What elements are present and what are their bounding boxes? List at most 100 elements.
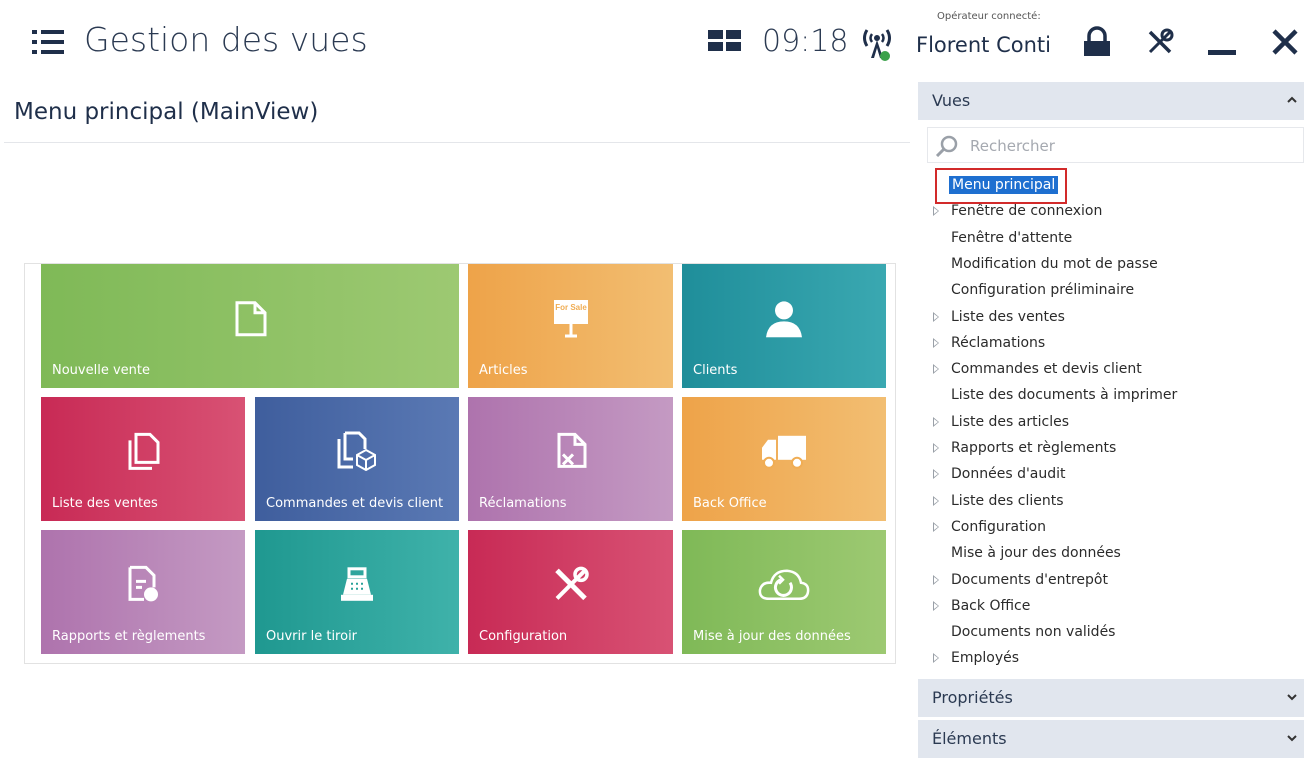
tile-label: Clients xyxy=(693,363,738,378)
expand-arrow-icon[interactable] xyxy=(933,311,939,322)
documents-package-icon xyxy=(337,431,376,471)
tiles-view-icon[interactable] xyxy=(708,30,742,52)
tile-liste-des-ventes[interactable]: Liste des ventes xyxy=(41,397,245,521)
selection-highlight-frame xyxy=(935,168,1067,204)
expand-arrow-icon[interactable] xyxy=(933,469,939,480)
tile-label: Configuration xyxy=(479,629,568,644)
cash-register-icon xyxy=(341,567,373,601)
truck-icon xyxy=(762,435,806,469)
operator-name: Florent Conti xyxy=(916,33,1051,57)
section-header-proprietes[interactable]: Propriétés xyxy=(918,679,1304,717)
tile-label: Rapports et règlements xyxy=(52,629,206,644)
svg-text:For Sale: For Sale xyxy=(555,303,587,312)
clock: 09:18 xyxy=(762,24,849,59)
tree-item[interactable]: Back Office xyxy=(918,595,1304,619)
section-title: Éléments xyxy=(932,729,1007,748)
tree-item[interactable]: Liste des articles xyxy=(918,411,1304,435)
tree-item[interactable]: Fenêtre d'attente xyxy=(918,227,1304,251)
tree-item-label: Fenêtre d'attente xyxy=(951,229,1073,246)
tree-item-label: Fenêtre de connexion xyxy=(951,203,1103,220)
tree-item[interactable]: Configuration xyxy=(918,516,1304,540)
expand-arrow-icon[interactable] xyxy=(933,206,939,217)
expand-arrow-icon[interactable] xyxy=(933,600,939,611)
tree-item-label: Mise à jour des données xyxy=(951,545,1121,562)
tile-commandes-devis[interactable]: Commandes et devis client xyxy=(255,397,459,521)
tile-rapports-reglements[interactable]: Rapports et règlements xyxy=(41,530,245,654)
tree-item-label: Rapports et règlements xyxy=(951,440,1117,456)
section-header-elements[interactable]: Éléments xyxy=(918,720,1304,758)
tile-clients[interactable]: Clients xyxy=(682,264,886,388)
app-title: Gestion des vues xyxy=(84,20,368,59)
tree-item-label: Commandes et devis client xyxy=(951,361,1142,378)
tile-reclamations[interactable]: Réclamations xyxy=(468,397,673,521)
section-title: Propriétés xyxy=(932,688,1013,707)
expand-arrow-icon[interactable] xyxy=(933,574,939,585)
top-bar: Gestion des vues 09:18 Opérateur connect… xyxy=(0,0,1304,82)
person-icon xyxy=(766,301,802,338)
tile-ouvrir-le-tiroir[interactable]: Ouvrir le tiroir xyxy=(255,530,459,654)
expand-arrow-icon[interactable] xyxy=(933,443,939,453)
tree-item[interactable]: Modification du mot de passe xyxy=(918,253,1304,277)
tree-item[interactable]: Liste des clients xyxy=(918,490,1304,514)
expand-arrow-icon[interactable] xyxy=(933,364,939,375)
tree-item[interactable]: Liste des documents à imprimer xyxy=(918,384,1304,408)
tile-articles[interactable]: For Sale Articles xyxy=(468,264,673,388)
expand-arrow-icon[interactable] xyxy=(933,416,939,427)
expand-arrow-icon[interactable] xyxy=(933,521,939,532)
tree-item-label: Liste des articles xyxy=(951,413,1069,430)
lock-icon[interactable] xyxy=(1082,26,1112,58)
tile-label: Articles xyxy=(479,363,528,378)
tree-item[interactable]: Configuration préliminaire xyxy=(918,279,1304,303)
tree-item[interactable]: Rapports et règlements xyxy=(918,437,1304,461)
tools-icon[interactable] xyxy=(1146,28,1174,56)
tools-icon xyxy=(554,566,589,601)
section-header-vues[interactable]: Vues xyxy=(918,82,1304,120)
documents-icon xyxy=(128,432,160,470)
tree-item[interactable]: Mise à jour des données xyxy=(918,542,1304,566)
tile-label: Mise à jour des données xyxy=(693,629,851,644)
report-icon xyxy=(128,565,158,602)
tree-item-label: Liste des documents à imprimer xyxy=(951,387,1178,404)
minimize-icon[interactable] xyxy=(1208,50,1236,55)
section-title: Vues xyxy=(932,91,971,110)
tree-item-label: Liste des ventes xyxy=(951,308,1065,325)
tree-item-label: Réclamations xyxy=(951,334,1046,351)
chevron-down-icon xyxy=(1287,694,1297,701)
tile-back-office[interactable]: Back Office xyxy=(682,397,886,521)
tree-item[interactable]: Commandes et devis client xyxy=(918,358,1304,382)
tree-item[interactable]: Réclamations xyxy=(918,332,1304,356)
search-box[interactable] xyxy=(927,127,1304,163)
expand-arrow-icon[interactable] xyxy=(933,495,939,506)
tile-mise-a-jour[interactable]: Mise à jour des données xyxy=(682,530,886,654)
antenna-connection-icon xyxy=(863,29,891,61)
tile-label: Liste des ventes xyxy=(52,496,158,511)
tree-item[interactable]: Liste des ventes xyxy=(918,306,1304,330)
search-icon xyxy=(935,135,958,157)
tree-item[interactable]: Documents non validés xyxy=(918,621,1304,645)
hamburger-menu-icon[interactable] xyxy=(32,30,64,54)
tree-item-label: Configuration préliminaire xyxy=(951,282,1135,299)
for-sale-sign-icon: For Sale xyxy=(553,300,588,338)
tile-nouvelle-vente[interactable]: Nouvelle vente xyxy=(41,264,459,388)
tree-item-label: Documents d'entrepôt xyxy=(951,571,1108,588)
search-input[interactable] xyxy=(968,133,1292,159)
cloud-sync-icon xyxy=(758,569,810,601)
tree-item-label: Liste des clients xyxy=(951,492,1064,509)
expand-arrow-icon[interactable] xyxy=(933,653,939,664)
close-icon[interactable] xyxy=(1271,28,1299,56)
tile-configuration[interactable]: Configuration xyxy=(468,530,673,654)
side-panel: Vues Menu principalFenêtre de connexionF… xyxy=(918,82,1304,769)
tree-item-label: Données d'audit xyxy=(951,466,1066,483)
tile-label: Back Office xyxy=(693,496,767,511)
chevron-up-icon xyxy=(1287,96,1297,103)
expand-arrow-icon[interactable] xyxy=(933,337,939,348)
tree-item-label: Configuration xyxy=(951,518,1046,535)
tree-item[interactable]: Données d'audit xyxy=(918,463,1304,487)
divider xyxy=(4,142,910,143)
view-title: Menu principal (MainView) xyxy=(14,99,319,125)
tree-item[interactable]: Employés xyxy=(918,647,1304,671)
chevron-down-icon xyxy=(1287,735,1297,742)
tree-item[interactable]: Documents d'entrepôt xyxy=(918,569,1304,593)
tree-item-label: Documents non validés xyxy=(951,624,1116,641)
tree-item-label: Back Office xyxy=(951,597,1031,614)
